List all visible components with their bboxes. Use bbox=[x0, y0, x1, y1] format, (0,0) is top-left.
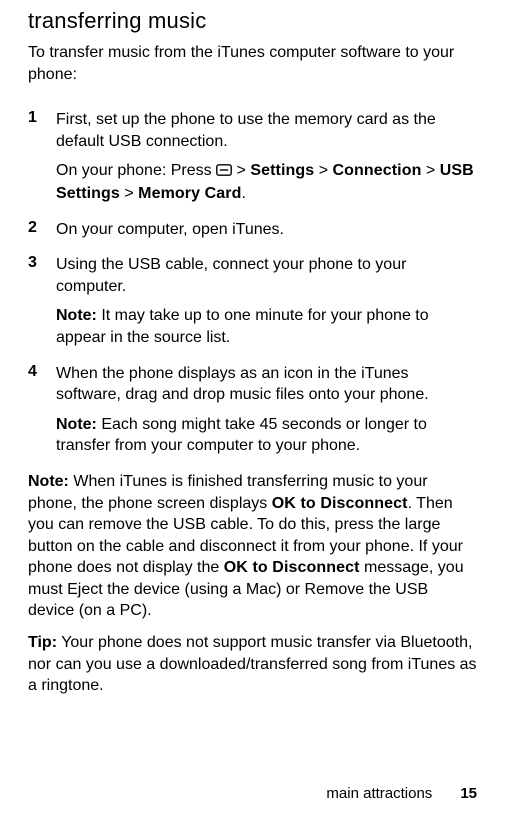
bottom-note-b2: OK to Disconnect bbox=[224, 559, 360, 576]
step-4-note-text: Each song might take 45 seconds or longe… bbox=[56, 416, 427, 455]
step-2: 2 On your computer, open iTunes. bbox=[28, 219, 477, 249]
step-1-sub-prefix: On your phone: Press bbox=[56, 162, 216, 179]
tip-text: Your phone does not support music transf… bbox=[28, 634, 477, 694]
step-4-text: When the phone displays as an icon in th… bbox=[56, 363, 477, 406]
step-1-sub-mid1: > bbox=[314, 162, 332, 179]
step-1-text: First, set up the phone to use the memor… bbox=[56, 109, 477, 152]
step-4-note: Note: Each song might take 45 seconds or… bbox=[56, 414, 477, 457]
step-4: 4 When the phone displays as an icon in … bbox=[28, 363, 477, 465]
footer-page-number: 15 bbox=[460, 785, 477, 802]
step-3-note-label: Note: bbox=[56, 307, 97, 324]
tip-paragraph: Tip: Your phone does not support music t… bbox=[28, 632, 477, 697]
step-3-body: Using the USB cable, connect your phone … bbox=[56, 254, 477, 356]
tip-label: Tip: bbox=[28, 634, 57, 651]
step-1-sub-b1: Settings bbox=[250, 162, 314, 179]
step-1-sub-mid3: > bbox=[120, 185, 138, 202]
step-2-number: 2 bbox=[28, 219, 56, 249]
step-1-sub-mid2: > bbox=[421, 162, 439, 179]
step-1-sub-b4: Memory Card bbox=[138, 185, 241, 202]
step-4-number: 4 bbox=[28, 363, 56, 465]
step-1-sub-after-icon: > bbox=[232, 162, 250, 179]
step-4-body: When the phone displays as an icon in th… bbox=[56, 363, 477, 465]
bottom-note-b1: OK to Disconnect bbox=[272, 495, 408, 512]
step-1-sub-end: . bbox=[242, 185, 246, 202]
step-1-number: 1 bbox=[28, 109, 56, 212]
bottom-note-label: Note: bbox=[28, 473, 69, 490]
step-1-subtext: On your phone: Press > Settings > Connec… bbox=[56, 160, 477, 204]
step-1-sub-b2: Connection bbox=[332, 162, 421, 179]
step-3-note: Note: It may take up to one minute for y… bbox=[56, 305, 477, 348]
bottom-note: Note: When iTunes is finished transferri… bbox=[28, 471, 477, 622]
step-1-body: First, set up the phone to use the memor… bbox=[56, 109, 477, 212]
footer-section: main attractions bbox=[326, 785, 432, 802]
step-2-body: On your computer, open iTunes. bbox=[56, 219, 477, 249]
step-2-text: On your computer, open iTunes. bbox=[56, 219, 477, 241]
intro-paragraph: To transfer music from the iTunes comput… bbox=[28, 42, 477, 85]
page-footer: main attractions 15 bbox=[326, 785, 477, 802]
section-heading: transferring music bbox=[28, 8, 477, 34]
menu-key-icon bbox=[216, 161, 232, 183]
step-3-note-text: It may take up to one minute for your ph… bbox=[56, 307, 429, 346]
step-1: 1 First, set up the phone to use the mem… bbox=[28, 109, 477, 212]
step-3-text: Using the USB cable, connect your phone … bbox=[56, 254, 477, 297]
step-3: 3 Using the USB cable, connect your phon… bbox=[28, 254, 477, 356]
step-3-number: 3 bbox=[28, 254, 56, 356]
step-4-note-label: Note: bbox=[56, 416, 97, 433]
